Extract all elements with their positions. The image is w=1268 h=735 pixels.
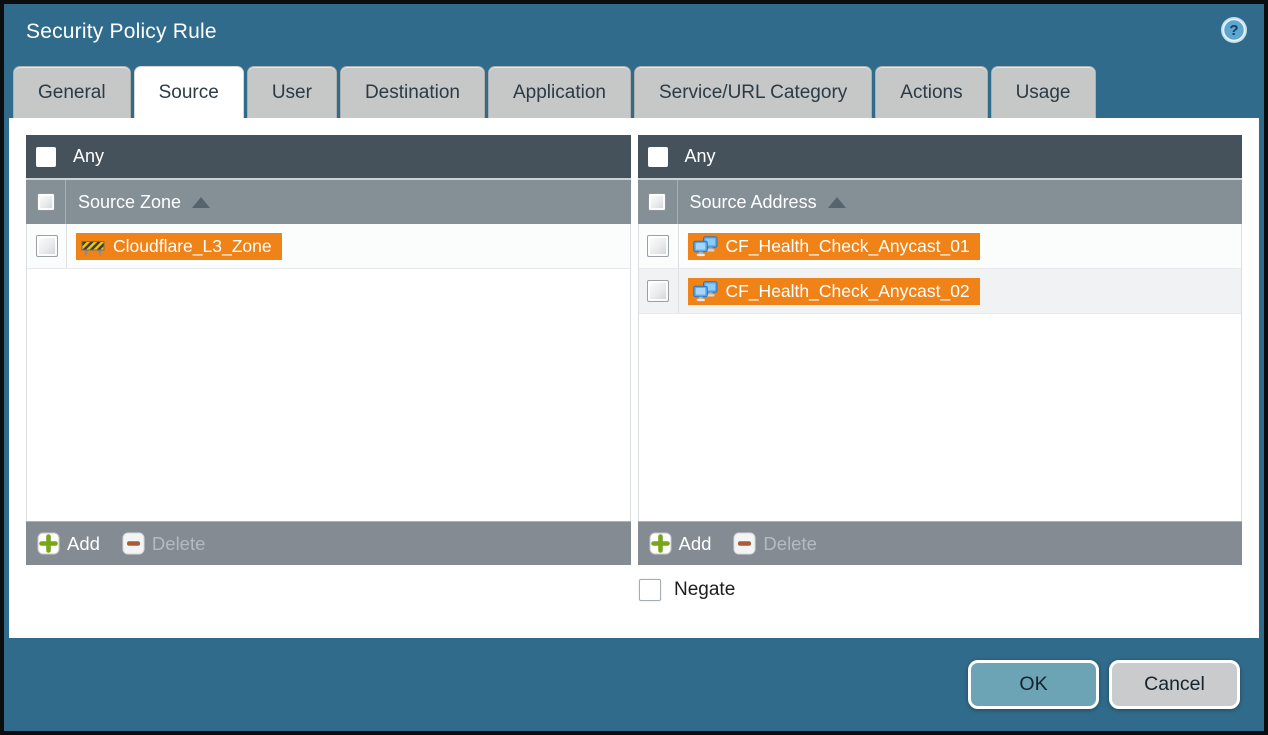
tab-user[interactable]: User (247, 66, 337, 118)
dialog-button-bar: OK Cancel (4, 638, 1264, 731)
add-plus-icon (649, 532, 672, 555)
source-address-select-all-checkbox[interactable] (648, 193, 666, 211)
source-address-toolbar: Add Delete (638, 521, 1243, 565)
row-checkbox[interactable] (647, 280, 669, 302)
source-address-panel: Any Source Address (638, 135, 1243, 565)
add-button[interactable]: Add (37, 532, 100, 555)
delete-minus-icon (122, 532, 145, 555)
address-name: CF_Health_Check_Anycast_02 (726, 281, 970, 302)
zone-icon (81, 237, 105, 256)
tab-service-url-category[interactable]: Service/URL Category (634, 66, 872, 118)
help-icon[interactable]: ? (1220, 16, 1248, 44)
source-zone-column-header[interactable]: Source Zone (26, 180, 631, 224)
source-address-column-title: Source Address (690, 192, 817, 213)
source-address-any-checkbox[interactable] (648, 147, 668, 167)
address-icon (693, 236, 718, 257)
tab-usage[interactable]: Usage (991, 66, 1096, 118)
source-zone-panel: Any Source Zone (26, 135, 631, 565)
address-icon (693, 281, 718, 302)
panels-row: Any Source Zone (26, 135, 1242, 565)
tab-strip: General Source User Destination Applicat… (4, 60, 1264, 118)
tab-application-label: Application (513, 82, 606, 104)
tab-general-label: General (38, 82, 106, 104)
negate-row: Negate (639, 579, 1242, 601)
source-zone-column-title: Source Zone (78, 192, 181, 213)
tab-usage-label: Usage (1016, 82, 1071, 104)
add-label: Add (679, 533, 712, 555)
sort-ascending-icon[interactable] (828, 197, 846, 208)
source-zone-any-checkbox[interactable] (36, 147, 56, 167)
table-row[interactable]: CF_Health_Check_Anycast_02 (639, 269, 1242, 314)
tab-source[interactable]: Source (134, 66, 244, 118)
negate-checkbox[interactable] (639, 579, 661, 601)
source-zone-any-bar: Any (26, 135, 631, 180)
add-plus-icon (37, 532, 60, 555)
tab-actions[interactable]: Actions (875, 66, 987, 118)
svg-text:?: ? (1229, 22, 1238, 39)
source-address-column-header[interactable]: Source Address (638, 180, 1243, 224)
source-address-list: CF_Health_Check_Anycast_01 (638, 224, 1243, 521)
row-checkbox-cell (27, 224, 67, 268)
zone-chip[interactable]: Cloudflare_L3_Zone (76, 233, 282, 260)
row-checkbox-cell (639, 269, 679, 313)
delete-button[interactable]: Delete (122, 532, 205, 555)
source-zone-toolbar: Add Delete (26, 521, 631, 565)
address-name: CF_Health_Check_Anycast_01 (726, 236, 970, 257)
dialog-title-bar: Security Policy Rule ? (4, 4, 1264, 60)
source-zone-select-all-checkbox[interactable] (37, 193, 55, 211)
tab-application[interactable]: Application (488, 66, 631, 118)
add-label: Add (67, 533, 100, 555)
address-chip[interactable]: CF_Health_Check_Anycast_01 (688, 233, 980, 260)
header-checkbox-cell (638, 180, 678, 224)
source-tab-content: Any Source Zone (9, 118, 1259, 638)
source-zone-any-label: Any (73, 146, 104, 167)
tab-general[interactable]: General (13, 66, 131, 118)
add-button[interactable]: Add (649, 532, 712, 555)
tab-source-label: Source (159, 82, 219, 104)
any-checkbox-cell (26, 135, 66, 178)
tab-user-label: User (272, 82, 312, 104)
security-policy-rule-dialog: Security Policy Rule ? General Source Us… (0, 0, 1268, 735)
negate-label: Negate (674, 579, 735, 601)
delete-minus-icon (733, 532, 756, 555)
row-checkbox-cell (639, 224, 679, 268)
tab-service-url-category-label: Service/URL Category (659, 82, 847, 104)
address-chip[interactable]: CF_Health_Check_Anycast_02 (688, 278, 980, 305)
tab-destination-label: Destination (365, 82, 460, 104)
ok-button[interactable]: OK (968, 660, 1099, 709)
row-checkbox[interactable] (36, 235, 58, 257)
table-row[interactable]: CF_Health_Check_Anycast_01 (639, 224, 1242, 269)
delete-label: Delete (763, 533, 816, 555)
dialog-title: Security Policy Rule (26, 20, 217, 44)
row-checkbox[interactable] (647, 235, 669, 257)
source-address-any-bar: Any (638, 135, 1243, 180)
header-checkbox-cell (26, 180, 66, 224)
tab-actions-label: Actions (900, 82, 962, 104)
tab-destination[interactable]: Destination (340, 66, 485, 118)
cancel-button[interactable]: Cancel (1109, 660, 1240, 709)
sort-ascending-icon[interactable] (192, 197, 210, 208)
any-checkbox-cell (638, 135, 678, 178)
table-row[interactable]: Cloudflare_L3_Zone (27, 224, 630, 269)
source-zone-list: Cloudflare_L3_Zone (26, 224, 631, 521)
source-address-any-label: Any (685, 146, 716, 167)
delete-label: Delete (152, 533, 205, 555)
zone-name: Cloudflare_L3_Zone (113, 236, 272, 257)
delete-button[interactable]: Delete (733, 532, 816, 555)
